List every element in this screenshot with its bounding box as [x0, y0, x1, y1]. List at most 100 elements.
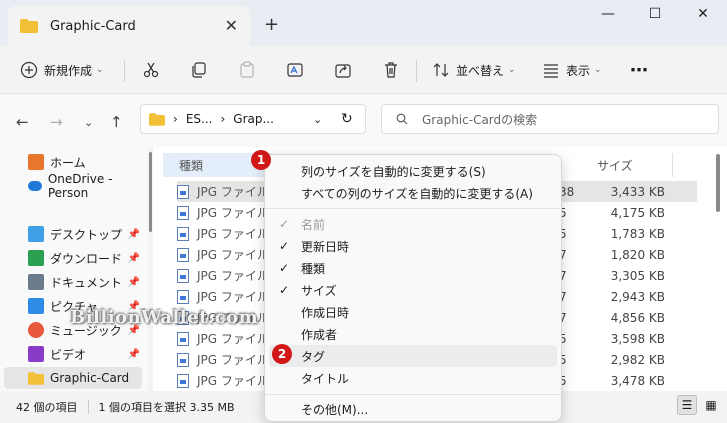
tab-graphic-card[interactable]: Graphic-Card ✕ — [8, 6, 250, 46]
file-type: JPG ファイル — [197, 227, 269, 241]
share-button[interactable] — [334, 56, 352, 84]
sidebar-item-documents[interactable]: ドキュメント 📌 — [8, 271, 142, 293]
sidebar-scrollbar[interactable] — [149, 152, 152, 232]
sidebar-item-videos[interactable]: ビデオ 📌 — [8, 343, 142, 365]
pin-icon[interactable]: 📌 — [128, 229, 140, 240]
refresh-icon[interactable]: ↻ — [341, 111, 353, 127]
onedrive-icon — [28, 181, 42, 191]
new-button[interactable]: 新規作成 ⌄ — [20, 56, 104, 84]
recent-chevron-icon[interactable]: ⌄ — [84, 116, 93, 129]
search-placeholder: Graphic-Cardの検索 — [422, 112, 538, 127]
chevron-down-icon: ⌄ — [96, 65, 104, 75]
menu-item-size-all-columns-to-fit[interactable]: すべての列のサイズを自動的に変更する(A) — [269, 182, 557, 204]
toolbar-divider — [124, 60, 125, 82]
pin-icon[interactable]: 📌 — [128, 349, 140, 360]
menu-item-size[interactable]: ✓ サイズ — [269, 279, 557, 301]
sidebar-item-onedrive[interactable]: OneDrive - Person — [8, 172, 142, 200]
forward-arrow-icon[interactable]: → — [50, 113, 63, 131]
delete-button[interactable] — [382, 56, 400, 84]
menu-item-size-column-to-fit[interactable]: 列のサイズを自動的に変更する(S) — [269, 160, 557, 182]
minimize-button[interactable]: — — [585, 6, 631, 26]
breadcrumb-separator: › — [220, 112, 226, 126]
view-list-icon — [544, 64, 558, 78]
file-size: 3,478 KB — [610, 373, 665, 388]
toolbar-divider — [416, 60, 417, 82]
menu-item-authors[interactable]: 作成者 — [269, 323, 557, 345]
sidebar-item-desktop[interactable]: デスクトップ 📌 — [8, 223, 142, 245]
details-view-icon[interactable]: ☰ — [677, 395, 697, 415]
column-label: 種類 — [179, 158, 204, 173]
menu-item-label: 作成日時 — [301, 305, 350, 320]
menu-item-label: サイズ — [301, 283, 337, 298]
address-dropdown-icon[interactable]: ⌄ — [313, 113, 322, 126]
copy-button[interactable] — [190, 56, 208, 84]
selection-info: 1 個の項目を選択 3.35 MB — [98, 401, 235, 414]
home-icon — [28, 154, 44, 170]
up-arrow-icon[interactable]: ↑ — [110, 113, 123, 131]
watermark: BillionWallet.com — [70, 307, 259, 328]
jpg-file-icon — [177, 226, 189, 241]
back-arrow-icon[interactable]: ← — [16, 113, 29, 131]
check-icon: ✓ — [279, 217, 290, 231]
status-divider — [87, 400, 89, 414]
file-type: JPG ファイル — [197, 353, 269, 367]
sort-button[interactable]: 並べ替え ⌄ — [432, 56, 516, 84]
jpg-file-icon — [177, 247, 189, 262]
column-divider — [672, 153, 673, 177]
menu-item-label: 名前 — [301, 217, 326, 232]
file-size: 3,305 KB — [610, 268, 665, 283]
sidebar-item-home[interactable]: ホーム — [8, 151, 142, 173]
music-icon — [28, 322, 44, 338]
download-icon — [28, 250, 44, 266]
column-label: サイズ — [597, 158, 633, 173]
jpg-file-icon — [177, 205, 189, 220]
rename-button[interactable] — [286, 56, 304, 84]
jpg-file-icon — [177, 184, 189, 199]
cut-button[interactable] — [142, 56, 160, 84]
file-size: 3,433 KB — [610, 184, 665, 199]
search-icon — [396, 113, 408, 125]
more-options-button[interactable]: ⋯ — [630, 56, 648, 84]
sort-label: 並べ替え — [456, 63, 505, 78]
address-bar[interactable]: › ES... › Grap... ⌄ ↻ — [140, 104, 366, 134]
sidebar-item-label: ホーム — [50, 155, 86, 170]
share-icon — [335, 64, 351, 78]
new-tab-button[interactable]: + — [264, 14, 279, 35]
sidebar-item-downloads[interactable]: ダウンロード 📌 — [8, 247, 142, 269]
plus-circle-icon — [20, 61, 38, 79]
view-button[interactable]: 表示 ⌄ — [542, 56, 602, 84]
chevron-down-icon: ⌄ — [594, 65, 602, 75]
menu-item-type[interactable]: ✓ 種類 — [269, 257, 557, 279]
maximize-button[interactable]: ☐ — [632, 6, 678, 26]
sidebar-item-graphic-card[interactable]: Graphic-Card — [4, 367, 142, 389]
sidebar-item-label: ビデオ — [50, 347, 87, 362]
document-icon — [28, 274, 44, 290]
vertical-scrollbar[interactable] — [716, 154, 720, 212]
menu-item-title[interactable]: タイトル — [269, 367, 557, 389]
column-header-size[interactable]: サイズ — [597, 153, 673, 177]
copy-icon — [192, 62, 206, 78]
menu-item-date-created[interactable]: 作成日時 — [269, 301, 557, 323]
menu-item-date-modified[interactable]: ✓ 更新日時 — [269, 235, 557, 257]
sidebar-item-label: Graphic-Card — [50, 371, 130, 385]
paste-button[interactable] — [238, 56, 256, 84]
menu-divider — [265, 394, 561, 395]
breadcrumb-graphic-card[interactable]: Grap... — [233, 112, 274, 126]
menu-item-more[interactable]: その他(M)... — [269, 398, 557, 420]
step-badge-2: 2 — [272, 344, 292, 364]
search-box[interactable]: Graphic-Cardの検索 — [381, 104, 719, 134]
close-tab-icon[interactable]: ✕ — [225, 16, 238, 35]
breadcrumb-es[interactable]: ES... — [186, 112, 213, 126]
pin-icon[interactable]: 📌 — [128, 277, 140, 288]
folder-icon — [20, 19, 38, 33]
pin-icon[interactable]: 📌 — [128, 253, 140, 264]
command-bar: 新規作成 ⌄ 並べ替え ⌄ 表示 ⌄ ⋯ — [0, 46, 727, 94]
file-type: JPG ファイル — [197, 332, 269, 346]
video-icon — [28, 346, 44, 362]
navigation-bar: ← → ⌄ ↑ › ES... › Grap... ⌄ ↻ Graphic-Ca… — [0, 95, 727, 147]
menu-item-name: ✓ 名前 — [269, 213, 557, 235]
close-window-button[interactable]: ✕ — [680, 6, 726, 26]
navigation-pane: ホーム OneDrive - Person デスクトップ 📌 ダウンロード 📌 … — [0, 147, 148, 391]
tiles-view-icon[interactable]: ▦ — [701, 395, 721, 415]
menu-item-tags[interactable]: タグ — [269, 345, 557, 367]
